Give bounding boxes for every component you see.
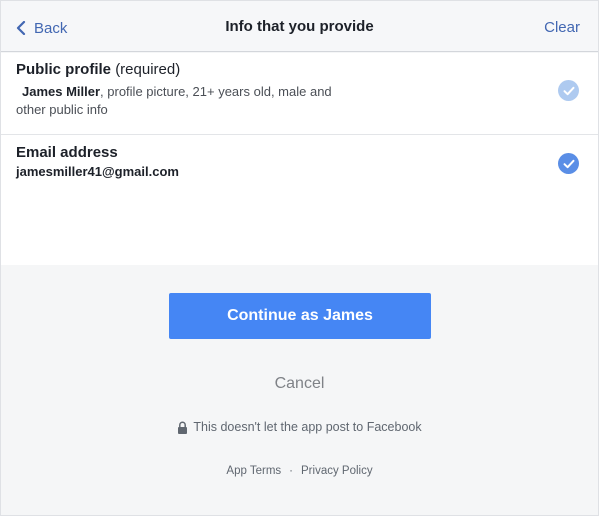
separator-dot: · xyxy=(289,465,294,477)
clear-button[interactable]: Clear xyxy=(544,19,580,36)
permission-title-text: Email address xyxy=(16,144,118,161)
permission-title: Email address xyxy=(16,144,118,161)
dialog-header: Back Info that you provide Clear xyxy=(1,1,598,52)
notice-text: This doesn't let the app post to Faceboo… xyxy=(193,420,422,434)
permission-list: Public profile (required) James Miller, … xyxy=(1,53,598,265)
permission-public-profile: Public profile (required) James Miller, … xyxy=(1,53,598,135)
page-title: Info that you provide xyxy=(225,18,374,35)
permission-description: James Miller, profile picture, 21+ years… xyxy=(16,83,336,119)
post-permission-notice: This doesn't let the app post to Faceboo… xyxy=(1,420,598,434)
app-terms-link[interactable]: App Terms xyxy=(226,465,281,477)
public-profile-checkbox xyxy=(558,80,579,101)
checkmark-icon xyxy=(563,86,574,95)
permission-email: Email address jamesmiller41@gmail.com xyxy=(1,135,598,197)
privacy-policy-link[interactable]: Privacy Policy xyxy=(301,465,373,477)
email-value: jamesmiller41@gmail.com xyxy=(16,164,179,179)
profile-name: James Miller xyxy=(22,84,101,99)
permission-qualifier: (required) xyxy=(115,61,181,78)
checkmark-icon xyxy=(563,159,574,168)
footer-links: App Terms · Privacy Policy xyxy=(1,465,598,477)
email-checkbox[interactable] xyxy=(558,153,579,174)
permission-title-text: Public profile xyxy=(16,61,112,78)
cancel-button[interactable]: Cancel xyxy=(1,375,598,393)
permission-title: Public profile (required) xyxy=(16,61,180,78)
lock-icon xyxy=(178,421,188,434)
continue-button[interactable]: Continue as James xyxy=(169,293,431,339)
login-permissions-dialog: Back Info that you provide Clear Public … xyxy=(0,0,599,516)
